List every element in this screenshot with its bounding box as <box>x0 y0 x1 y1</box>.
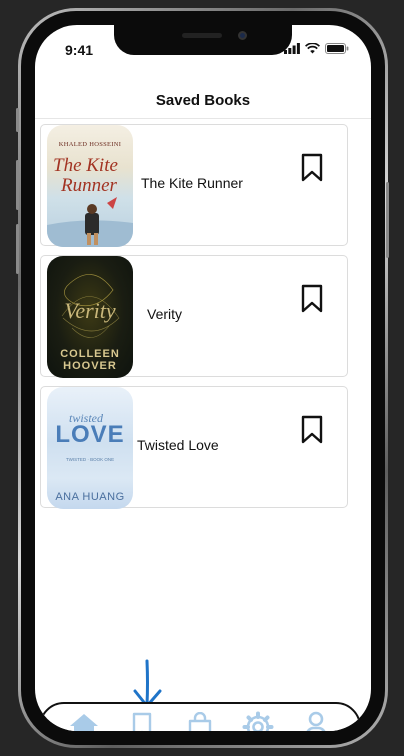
cover-title: Verity <box>64 298 116 323</box>
volume-up-button <box>16 160 19 210</box>
cover-author: KHALED HOSSEINI <box>58 141 122 148</box>
power-button <box>386 182 389 258</box>
phone-screen: 9:41 Saved Books KHALED HOSSEINI The Kit… <box>35 25 371 731</box>
nav-home[interactable] <box>67 710 101 731</box>
canvas: 9:41 Saved Books KHALED HOSSEINI The Kit… <box>0 0 404 756</box>
cover-author: ANA HUANG <box>55 491 125 503</box>
book-cover-image: twisted LOVE TWISTED · BOOK ONE ANA HUAN… <box>47 387 133 509</box>
signal-icon <box>284 43 300 54</box>
bookmark-icon[interactable] <box>301 284 323 314</box>
book-title[interactable]: Verity <box>147 306 182 322</box>
nav-settings[interactable] <box>241 710 275 731</box>
nav-saved[interactable] <box>125 710 159 731</box>
book-card[interactable]: twisted LOVE TWISTED · BOOK ONE ANA HUAN… <box>40 386 348 509</box>
gear-icon <box>242 711 274 731</box>
volume-down-button <box>16 224 19 274</box>
home-icon <box>70 714 98 731</box>
book-cover-image: KHALED HOSSEINI The Kite Runner <box>47 125 133 247</box>
speaker-grille <box>182 33 222 38</box>
phone-frame: 9:41 Saved Books KHALED HOSSEINI The Kit… <box>18 8 388 748</box>
shopping-bag-icon <box>188 712 212 731</box>
bookmark-icon[interactable] <box>301 153 323 183</box>
cover-title-line2: Runner <box>61 175 117 196</box>
cover-title-line1: The Kite <box>53 155 118 176</box>
front-camera <box>238 31 247 40</box>
wifi-icon <box>305 43 320 54</box>
bookmark-icon <box>132 712 152 731</box>
cover-illustration <box>47 197 133 247</box>
header-divider <box>35 118 371 119</box>
book-cover-image: Verity COLLEEN HOOVER <box>47 256 133 378</box>
cover-author-line2: HOOVER <box>63 360 117 372</box>
cover-author-line1: COLLEEN <box>60 348 120 360</box>
nav-profile[interactable] <box>299 710 333 731</box>
bottom-nav <box>39 702 361 731</box>
book-title[interactable]: The Kite Runner <box>141 175 243 191</box>
mute-switch <box>16 108 19 132</box>
phone-bezel: 9:41 Saved Books KHALED HOSSEINI The Kit… <box>21 11 385 745</box>
book-card[interactable]: Verity COLLEEN HOOVER Verity <box>40 255 348 378</box>
cover-series: TWISTED · BOOK ONE <box>65 457 115 462</box>
battery-icon <box>325 43 349 54</box>
book-title[interactable]: Twisted Love <box>137 437 219 453</box>
page-title: Saved Books <box>155 92 251 109</box>
book-card[interactable]: KHALED HOSSEINI The Kite Runner The Kite… <box>40 124 348 247</box>
bookmark-icon[interactable] <box>301 415 323 445</box>
status-bar: 9:41 <box>35 25 371 63</box>
nav-shop[interactable] <box>183 710 217 731</box>
notch <box>114 25 292 55</box>
user-icon <box>306 711 326 731</box>
status-icons <box>284 43 349 54</box>
status-time: 9:41 <box>65 42 94 58</box>
cover-title: LOVE <box>55 421 125 448</box>
